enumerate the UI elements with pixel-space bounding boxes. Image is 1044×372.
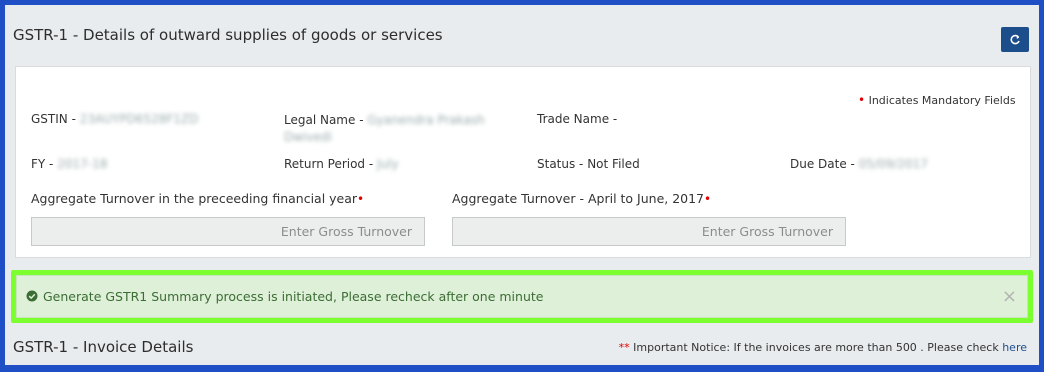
return-details-panel: • Indicates Mandatory Fields GSTIN - 23A…: [15, 66, 1031, 258]
legal-name-field: Legal Name - Gyanendra Prakash Dwivedi: [284, 113, 485, 144]
mandatory-note: • Indicates Mandatory Fields: [858, 93, 1016, 107]
fy-field: FY - 2017-18: [31, 157, 108, 171]
refresh-button[interactable]: [1001, 27, 1029, 52]
required-dot-icon: •: [858, 93, 866, 107]
turnover-prev-input[interactable]: Enter Gross Turnover: [31, 217, 425, 246]
gstr1-page: GSTR-1 - Details of outward supplies of …: [5, 5, 1039, 365]
refresh-icon: [1010, 34, 1020, 44]
invoice-details-title: GSTR-1 - Invoice Details: [13, 338, 194, 356]
due-date-field: Due Date - 05/09/2017: [790, 157, 928, 171]
notice-here-link[interactable]: here: [1002, 341, 1027, 354]
page-title: GSTR-1 - Details of outward supplies of …: [13, 26, 443, 44]
turnover-prev-label: Aggregate Turnover in the preceeding fin…: [31, 191, 365, 206]
gstin-value: 23AUYPD6528F1ZD: [79, 112, 199, 126]
turnover-q1-input[interactable]: Enter Gross Turnover: [452, 217, 846, 246]
gstin-field: GSTIN - 23AUYPD6528F1ZD: [31, 112, 199, 126]
success-alert: Generate GSTR1 Summary process is initia…: [16, 275, 1028, 318]
alert-highlight: Generate GSTR1 Summary process is initia…: [11, 270, 1033, 323]
return-period-field: Return Period - July: [284, 157, 399, 171]
alert-message: Generate GSTR1 Summary process is initia…: [43, 289, 544, 304]
trade-name-field: Trade Name -: [537, 112, 618, 126]
check-circle-icon: [26, 290, 38, 302]
status-field: Status - Not Filed: [537, 157, 640, 171]
close-icon[interactable]: ×: [1002, 286, 1017, 307]
turnover-q1-label: Aggregate Turnover - April to June, 2017…: [452, 191, 712, 206]
important-notice: ** Important Notice: If the invoices are…: [618, 341, 1027, 354]
